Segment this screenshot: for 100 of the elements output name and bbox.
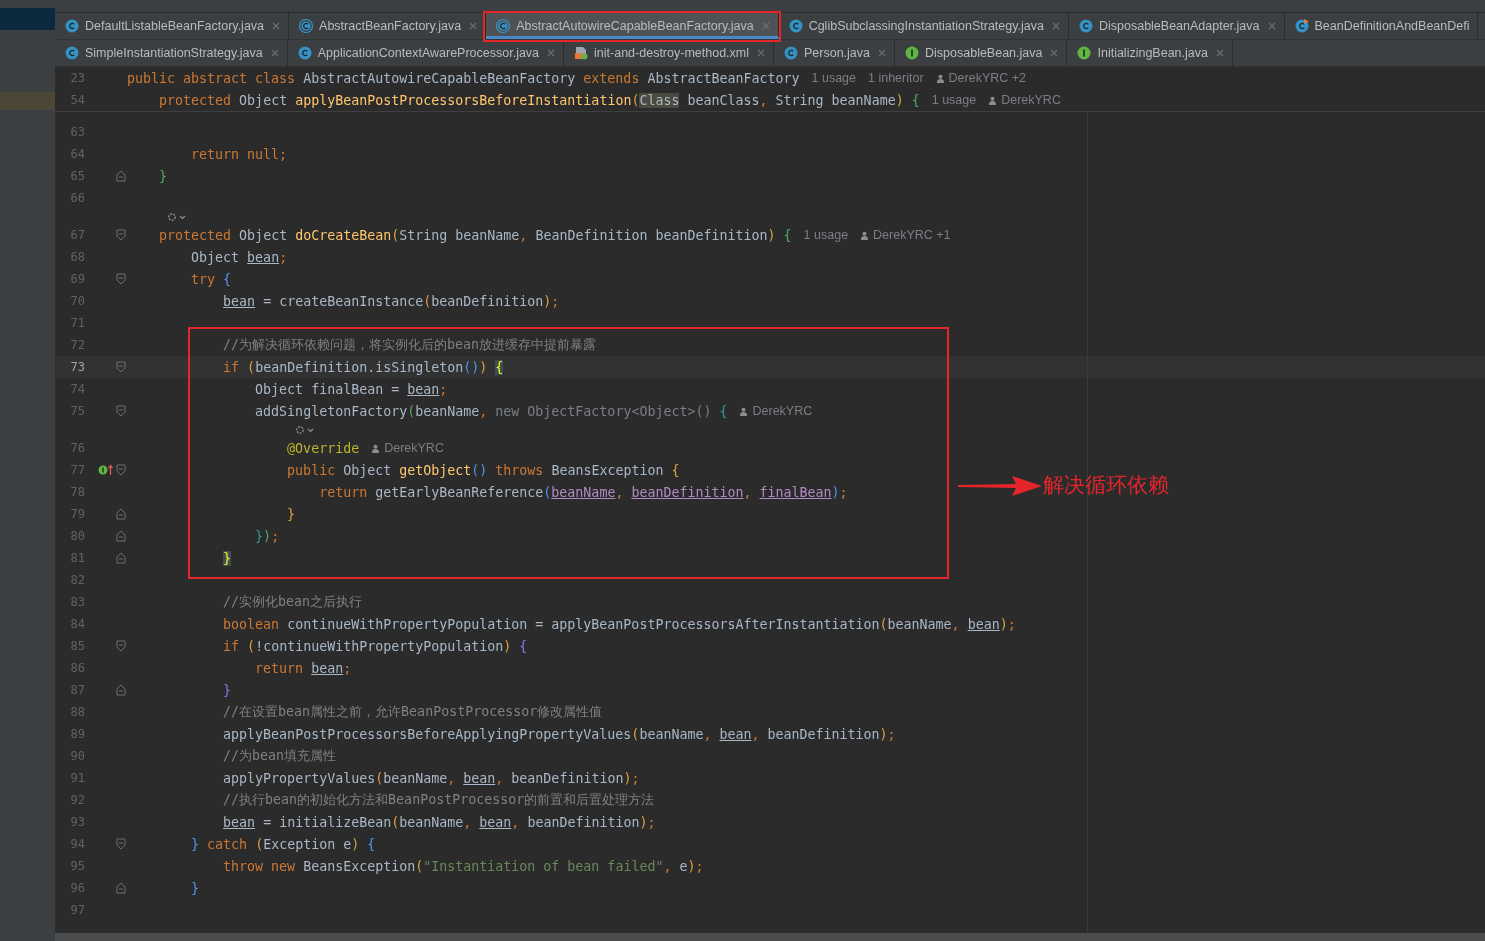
line-number: 92 xyxy=(69,793,85,807)
gear-chevron-icon[interactable] xyxy=(295,424,316,435)
close-icon[interactable] xyxy=(272,22,281,30)
usage-hint[interactable]: 1 inheritor xyxy=(868,71,924,85)
code-line: return bean; xyxy=(254,660,352,676)
xml-file-icon xyxy=(574,46,589,60)
class-icon xyxy=(65,46,79,60)
close-icon[interactable] xyxy=(1267,22,1276,30)
line-number: 65 xyxy=(69,169,85,183)
fold-icon[interactable] xyxy=(115,405,126,417)
code-line: } xyxy=(286,506,296,522)
fold-icon[interactable] xyxy=(115,508,126,520)
editor-tab[interactable]: CglibSubclassingInstantiationStrategy.java xyxy=(778,13,1069,39)
close-icon[interactable] xyxy=(761,22,770,30)
fold-icon[interactable] xyxy=(115,530,126,542)
code-line: try { xyxy=(190,271,232,287)
line-number: 93 xyxy=(69,815,85,829)
person-icon xyxy=(371,443,381,453)
editor-tab[interactable]: DefaultListableBeanFactory.java xyxy=(55,13,290,39)
editor-tab[interactable]: BeanDefinitionAndBeanDefi xyxy=(1284,13,1479,39)
class-icon xyxy=(784,46,798,60)
line-number: 85 xyxy=(69,639,85,653)
close-icon[interactable] xyxy=(469,22,478,30)
class-icon xyxy=(1294,19,1309,33)
line-number: 74 xyxy=(69,382,85,396)
circle-arrow-icon[interactable] xyxy=(98,464,114,476)
line-number: 23 xyxy=(69,71,85,85)
author-hint[interactable]: DerekYRC xyxy=(384,441,444,455)
close-icon[interactable] xyxy=(270,49,279,57)
line-number: 67 xyxy=(69,228,85,242)
line-number: 96 xyxy=(69,881,85,895)
line-number: 69 xyxy=(69,272,85,286)
line-number: 95 xyxy=(69,859,85,873)
class-icon xyxy=(788,19,803,33)
code-line: bean = createBeanInstance(beanDefinition); xyxy=(222,293,560,309)
line-number: 68 xyxy=(69,250,85,264)
code-line: applyBeanPostProcessorsBeforeApplyingPropertyValues(beanName, bean, beanDefinition); xyxy=(222,726,896,742)
fold-icon[interactable] xyxy=(115,464,126,476)
close-icon[interactable] xyxy=(1215,49,1224,57)
code-line: } xyxy=(222,682,232,698)
code-line: if (beanDefinition.isSingleton()) { xyxy=(222,359,504,375)
editor-tab[interactable]: init-and-destroy-method.xml xyxy=(564,40,774,66)
code-line: return null; xyxy=(190,146,288,162)
tool-window-row xyxy=(0,8,55,30)
close-icon[interactable] xyxy=(878,49,886,57)
editor-tab[interactable]: SimpleInstantiationStrategy.java xyxy=(55,40,288,66)
usage-hint[interactable]: 1 usage xyxy=(931,93,977,107)
person-icon xyxy=(988,95,998,105)
fold-icon[interactable] xyxy=(115,170,126,182)
line-number: 89 xyxy=(69,727,85,741)
line-number: 54 xyxy=(69,93,85,107)
close-icon[interactable] xyxy=(1051,22,1060,30)
line-number: 84 xyxy=(69,617,85,631)
code-line: } xyxy=(158,168,168,184)
fold-icon[interactable] xyxy=(115,838,126,850)
line-number: 79 xyxy=(69,507,85,521)
line-number: 86 xyxy=(69,661,85,675)
abstract-class-icon xyxy=(299,19,314,33)
code-line: bean = initializeBean(beanName, bean, beanDefinition); xyxy=(222,814,656,830)
code-line: //在设置bean属性之前，允许BeanPostProcessor修改属性值 xyxy=(222,703,603,721)
close-icon[interactable] xyxy=(1050,49,1059,57)
editor-tab[interactable]: DisposableBeanAdapter.java xyxy=(1068,13,1285,39)
author-hint[interactable]: DerekYRC xyxy=(752,404,813,418)
editor-tab[interactable]: Person.java xyxy=(774,40,895,66)
person-icon xyxy=(739,406,749,416)
gear-chevron-icon[interactable] xyxy=(167,211,187,222)
fold-icon[interactable] xyxy=(115,882,126,894)
close-icon[interactable] xyxy=(757,49,765,57)
scrollbar[interactable] xyxy=(55,933,1485,941)
fold-icon[interactable] xyxy=(115,552,126,564)
fold-icon[interactable] xyxy=(115,229,126,241)
code-line: //实例化bean之后执行 xyxy=(222,593,363,611)
line-number: 76 xyxy=(69,441,85,455)
usage-hint[interactable]: 1 usage xyxy=(811,71,856,85)
close-icon[interactable] xyxy=(547,49,556,57)
author-hint[interactable]: DerekYRC xyxy=(1001,93,1061,107)
code-line: //为bean填充属性 xyxy=(222,747,337,765)
usage-hint[interactable]: 1 usage xyxy=(803,228,849,242)
line-number: 80 xyxy=(69,529,85,543)
editor-tab[interactable]: InitializingBean.java xyxy=(1067,40,1233,66)
code-line: Object bean; xyxy=(190,249,288,265)
line-number: 90 xyxy=(69,749,85,763)
annotation-note: 解决循环依赖 xyxy=(1043,472,1169,498)
abstract-class-icon xyxy=(496,19,511,33)
editor-tab[interactable]: DisposableBean.java xyxy=(895,40,1068,66)
code-line: return getEarlyBeanReference(beanName, beanDefinition, finalBean); xyxy=(318,484,848,500)
editor-tab[interactable]: AbstractAutowireCapableBeanFactory.java xyxy=(486,13,779,39)
editor-tab[interactable]: ApplicationContextAwareProcessor.java xyxy=(287,40,565,66)
interface-icon xyxy=(1077,46,1092,60)
fold-icon[interactable] xyxy=(115,684,126,696)
line-number: 91 xyxy=(69,771,85,785)
line-number: 66 xyxy=(69,191,85,205)
fold-icon[interactable] xyxy=(115,273,126,285)
line-number: 64 xyxy=(69,147,85,161)
fold-icon[interactable] xyxy=(115,361,126,373)
author-hint[interactable]: DerekYRC +1 xyxy=(873,228,951,242)
code-line: if (!continueWithPropertyPopulation) { xyxy=(222,638,528,654)
fold-icon[interactable] xyxy=(115,640,126,652)
author-hint[interactable]: DerekYRC +2 xyxy=(948,71,1027,85)
line-number: 83 xyxy=(69,595,85,609)
